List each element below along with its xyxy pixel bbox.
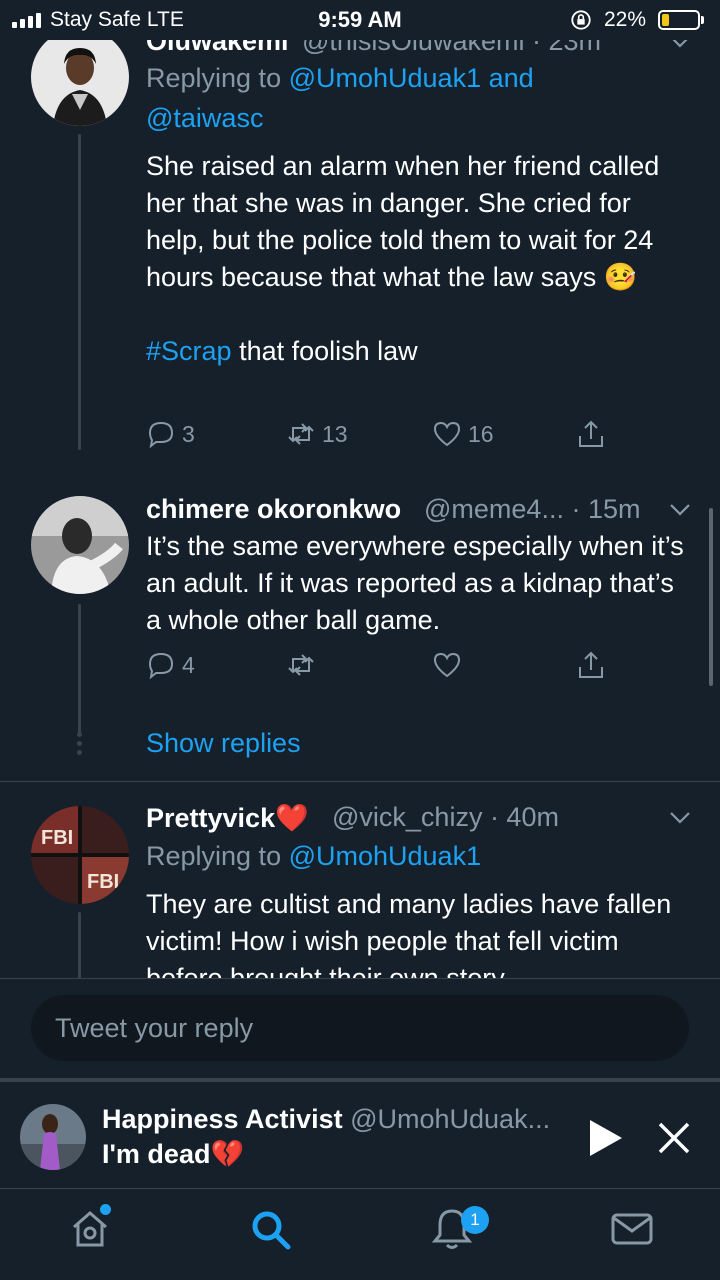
heart-icon [433, 652, 461, 678]
share-icon [579, 420, 603, 447]
tweet-actions: 4 [146, 650, 616, 686]
replying-to: Replying to @UmohUduak1 and @taiwasc [146, 58, 696, 138]
mention-and[interactable]: and [481, 63, 534, 93]
chevron-down-icon[interactable] [668, 502, 692, 518]
replying-to-label: Replying to [146, 63, 289, 93]
mention-link[interactable]: @taiwasc [146, 103, 263, 133]
battery-icon [658, 10, 700, 30]
like-count: 16 [468, 420, 494, 447]
now-playing-name: Happiness Activist [102, 1104, 343, 1134]
battery-percent: 22% [604, 8, 647, 31]
retweet-button[interactable] [286, 650, 322, 680]
orientation-lock-icon [571, 10, 591, 30]
tweet-text: She raised an alarm when her friend call… [146, 148, 696, 370]
reply-count: 4 [182, 651, 195, 678]
play-icon[interactable] [588, 1118, 624, 1158]
heart-icon [433, 421, 461, 447]
tab-bar [0, 1188, 720, 1280]
close-icon[interactable] [656, 1120, 692, 1156]
replying-to: Replying to @UmohUduak1 [146, 836, 481, 876]
retweet-icon [288, 654, 314, 676]
status-bar: Stay Safe LTE 9:59 AM 22% [0, 0, 720, 40]
tweet[interactable]: chimere okoronkwo @meme4... · 15m It’s t… [0, 480, 720, 780]
replying-to-label: Replying to [146, 841, 289, 871]
author-handle-time[interactable]: @vick_chizy · 40m [332, 802, 559, 833]
chevron-down-icon[interactable] [668, 810, 692, 826]
home-unread-dot [100, 1204, 111, 1215]
reply-icon [148, 421, 174, 449]
author-handle-time[interactable]: @meme4... · 15m [424, 494, 640, 525]
now-playing-title: I'm dead [102, 1139, 211, 1169]
reply-input[interactable] [31, 995, 689, 1061]
compose-bar [0, 978, 720, 1078]
author-name[interactable]: Prettyvick❤️ [146, 802, 309, 834]
svg-text:FBI: FBI [41, 827, 73, 849]
tweet-emoji: 🤒 [603, 262, 638, 292]
now-playing-bar[interactable]: Happiness Activist @UmohUduak... I'm dea… [0, 1078, 720, 1188]
avatar[interactable] [31, 28, 129, 126]
now-playing-text: I'm dead💔 [102, 1138, 244, 1170]
thread-line [78, 912, 81, 978]
thread-line [78, 134, 81, 450]
notifications-badge: 1 [461, 1206, 489, 1234]
retweet-button[interactable]: 13 [286, 419, 348, 449]
author-name[interactable]: chimere okoronkwo [146, 494, 401, 525]
battery-tip [701, 16, 704, 24]
now-playing-author[interactable]: Happiness Activist @UmohUduak... [102, 1104, 550, 1135]
more-replies-dots [76, 732, 84, 759]
thread-line [78, 604, 81, 734]
share-button[interactable] [576, 419, 606, 449]
heart-emoji: ❤️ [275, 803, 309, 833]
reply-count: 3 [182, 420, 195, 447]
reply-button[interactable]: 3 [146, 419, 195, 449]
mention-link[interactable]: @UmohUduak1 [289, 841, 482, 871]
tweet-text: It’s the same everywhere especially when… [146, 531, 684, 635]
show-replies-link[interactable]: Show replies [146, 728, 301, 759]
tweet-text: They are cultist and many ladies have fa… [146, 889, 672, 978]
messages-icon[interactable] [610, 1207, 654, 1251]
like-button[interactable] [432, 650, 468, 680]
tweet-body-tail: that foolish law [231, 336, 418, 366]
tweet-body: She raised an alarm when her friend call… [146, 151, 660, 292]
avatar[interactable] [20, 1104, 86, 1170]
reply-button[interactable]: 4 [146, 650, 195, 680]
tweet[interactable]: FBI FBI Prettyvick❤️ @vick_chizy · 40m R… [0, 782, 720, 978]
reply-icon [148, 652, 174, 680]
mention-link[interactable]: @UmohUduak1 [289, 63, 482, 93]
scrollbar[interactable] [709, 508, 713, 686]
like-button[interactable]: 16 [432, 419, 494, 449]
tweet[interactable]: Oluwakemi @thisisOluwakemi · 23m Replyin… [0, 0, 720, 480]
author-name-text: Prettyvick [146, 803, 276, 833]
svg-text:FBI: FBI [87, 871, 119, 893]
retweet-icon [288, 423, 314, 445]
retweet-count: 13 [322, 420, 348, 447]
share-button[interactable] [576, 650, 606, 680]
search-icon[interactable] [248, 1207, 292, 1251]
avatar[interactable] [31, 496, 129, 594]
now-playing-handle: @UmohUduak... [350, 1104, 551, 1134]
broken-heart-emoji: 💔 [210, 1139, 245, 1169]
avatar[interactable]: FBI FBI [31, 806, 129, 904]
hashtag-link[interactable]: #Scrap [146, 336, 232, 366]
battery-fill [662, 14, 669, 26]
share-icon [579, 651, 603, 678]
tweet-actions: 3 13 16 [146, 419, 616, 455]
